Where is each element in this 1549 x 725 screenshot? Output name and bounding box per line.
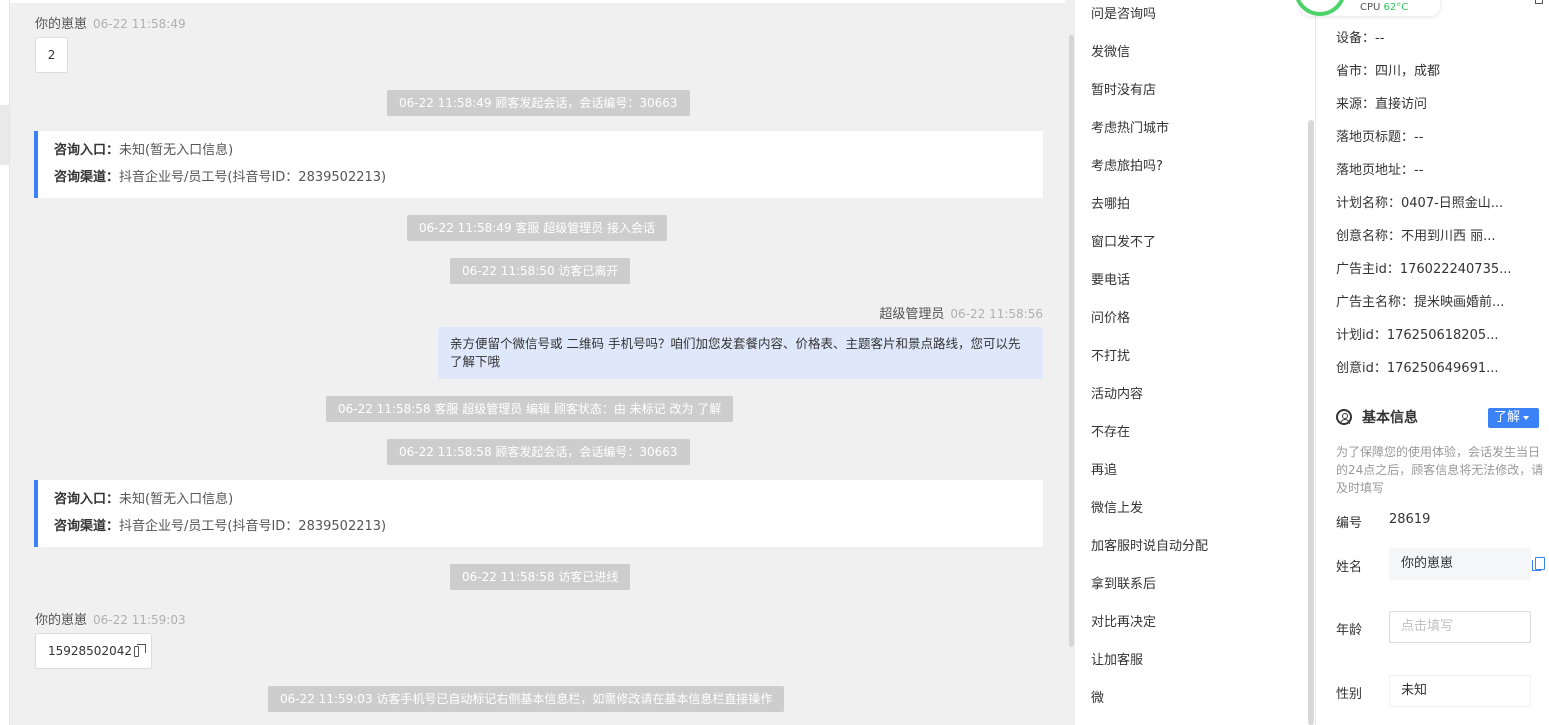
quick-reply-item[interactable]: 暂时没有店 [1091, 79, 1156, 98]
info-plan-name: 计划名称：0407-日照金山... [1336, 196, 1504, 211]
message-sender: 超级管理员 06-22 11:58:56 [879, 307, 1043, 322]
left-strip [0, 0, 10, 725]
system-message: 06-22 11:58:49 客服 超级管理员 接入会话 [407, 215, 668, 241]
message-sender: 你的崽崽 06-22 11:59:03 [35, 613, 186, 628]
quick-reply-scrollbar[interactable] [1308, 120, 1314, 725]
quick-reply-item[interactable]: 考虑旅拍吗? [1091, 155, 1163, 174]
gender-field[interactable]: 未知 [1389, 675, 1531, 707]
consult-entry-card: 咨询入口：未知(暂无入口信息) 咨询渠道：抖音企业号/员工号(抖音号ID：283… [34, 131, 1043, 198]
customer-info-panel: 设备：-- 省市：四川，成都 来源：直接访问 落地页标题：-- 落地页地址：--… [1315, 0, 1549, 725]
cpu-monitor-widget[interactable]: 4% CPU 62°C [1294, 0, 1440, 16]
info-city: 省市：四川，成都 [1336, 64, 1441, 79]
name-field[interactable]: 你的崽崽 [1389, 548, 1531, 580]
info-advertiser-name: 广告主名称：提米映画婚前... [1336, 295, 1505, 310]
info-source: 来源：直接访问 [1336, 97, 1428, 112]
quick-reply-item[interactable]: 发微信 [1091, 41, 1130, 60]
message-bubble[interactable]: 2 [35, 37, 68, 73]
system-message: 06-22 11:58:58 访客已进线 [450, 564, 631, 590]
quick-reply-panel: 问是咨询吗 发微信 暂时没有店 考虑热门城市 考虑旅拍吗? 去哪拍 窗口发不了 … [1075, 0, 1315, 725]
info-advertiser-id: 广告主id：176022240735... [1336, 262, 1512, 277]
quick-reply-item[interactable]: 问是咨询吗 [1091, 3, 1156, 22]
quick-reply-item[interactable]: 微信上发 [1091, 497, 1143, 516]
name-label: 姓名 [1336, 560, 1363, 575]
chat-scrollbar[interactable] [1069, 35, 1074, 647]
caret-down-icon [1523, 415, 1530, 420]
quick-reply-item[interactable]: 考虑热门城市 [1091, 117, 1169, 136]
phone-message-bubble[interactable]: 15928502042 [35, 633, 152, 669]
info-landing-title: 落地页标题：-- [1336, 130, 1424, 145]
quick-reply-item[interactable]: 窗口发不了 [1091, 231, 1156, 250]
user-circle-icon [1336, 409, 1352, 425]
consult-entry-card: 咨询入口：未知(暂无入口信息) 咨询渠道：抖音企业号/员工号(抖音号ID：283… [34, 480, 1043, 547]
quick-reply-item[interactable]: 要电话 [1091, 269, 1130, 288]
info-creative-id: 创意id：176250649691... [1336, 361, 1499, 376]
quick-reply-item[interactable]: 微 [1091, 687, 1104, 706]
copy-icon[interactable] [133, 643, 147, 657]
basic-info-title: 基本信息 [1336, 407, 1418, 427]
system-message: 06-22 11:58:49 顾客发起会话，会话编号：30663 [387, 90, 690, 116]
agent-message-bubble[interactable]: 亲方便留个微信号或 二维码 手机号吗？咱们加您发套餐内容、价格表、主题客片和景点… [438, 327, 1043, 379]
gender-label: 性别 [1336, 687, 1363, 702]
system-message: 06-22 11:58:50 访客已离开 [450, 258, 631, 284]
quick-reply-item[interactable]: 不存在 [1091, 421, 1130, 440]
customer-status-dropdown[interactable]: 了解 [1488, 408, 1539, 428]
quick-reply-item[interactable]: 让加客服 [1091, 649, 1143, 668]
info-creative-name: 创意名称：不用到川西 丽... [1336, 229, 1496, 244]
age-label: 年龄 [1336, 623, 1363, 638]
quick-reply-item[interactable]: 加客服时说自动分配 [1091, 535, 1208, 554]
quick-reply-item[interactable]: 对比再决定 [1091, 611, 1156, 630]
chat-panel: 你的崽崽 06-22 11:58:49 2 06-22 11:58:49 顾客发起… [10, 0, 1065, 725]
info-device: 设备：-- [1336, 31, 1385, 46]
cpu-temperature: CPU 62°C [1360, 2, 1409, 13]
id-value: 28619 [1389, 512, 1431, 527]
quick-reply-item[interactable]: 去哪拍 [1091, 193, 1130, 212]
quick-reply-item[interactable]: 活动内容 [1091, 383, 1143, 402]
system-message: 06-22 11:59:03 访客手机号已自动标记右侧基本信息栏，如需修改请在基… [268, 686, 785, 712]
system-message: 06-22 11:58:58 顾客发起会话，会话编号：30663 [387, 439, 690, 465]
quick-reply-item[interactable]: 问价格 [1091, 307, 1130, 326]
quick-reply-item[interactable]: 拿到联系后 [1091, 573, 1156, 592]
message-sender: 你的崽崽 06-22 11:58:49 [35, 17, 186, 32]
info-landing-url: 落地页地址：-- [1336, 163, 1424, 178]
system-message: 06-22 11:58:58 客服 超级管理员 编辑 顾客状态：由 未标记 改为… [326, 396, 734, 422]
copy-name-icon[interactable] [1532, 557, 1545, 571]
age-field[interactable]: 点击填写 [1389, 611, 1531, 643]
left-tab[interactable] [0, 105, 9, 165]
chat-topbar [10, 0, 1065, 3]
quick-reply-item[interactable]: 再追 [1091, 459, 1117, 478]
id-label: 编号 [1336, 516, 1363, 531]
quick-reply-item[interactable]: 不打扰 [1091, 345, 1130, 364]
info-plan-id: 计划id：176250618205... [1336, 328, 1499, 343]
collapse-icon[interactable] [1535, 0, 1543, 4]
edit-notice: 为了保障您的使用体验，会话发生当日的24点之后，顾客信息将无法修改，请及时填写 [1336, 445, 1544, 495]
